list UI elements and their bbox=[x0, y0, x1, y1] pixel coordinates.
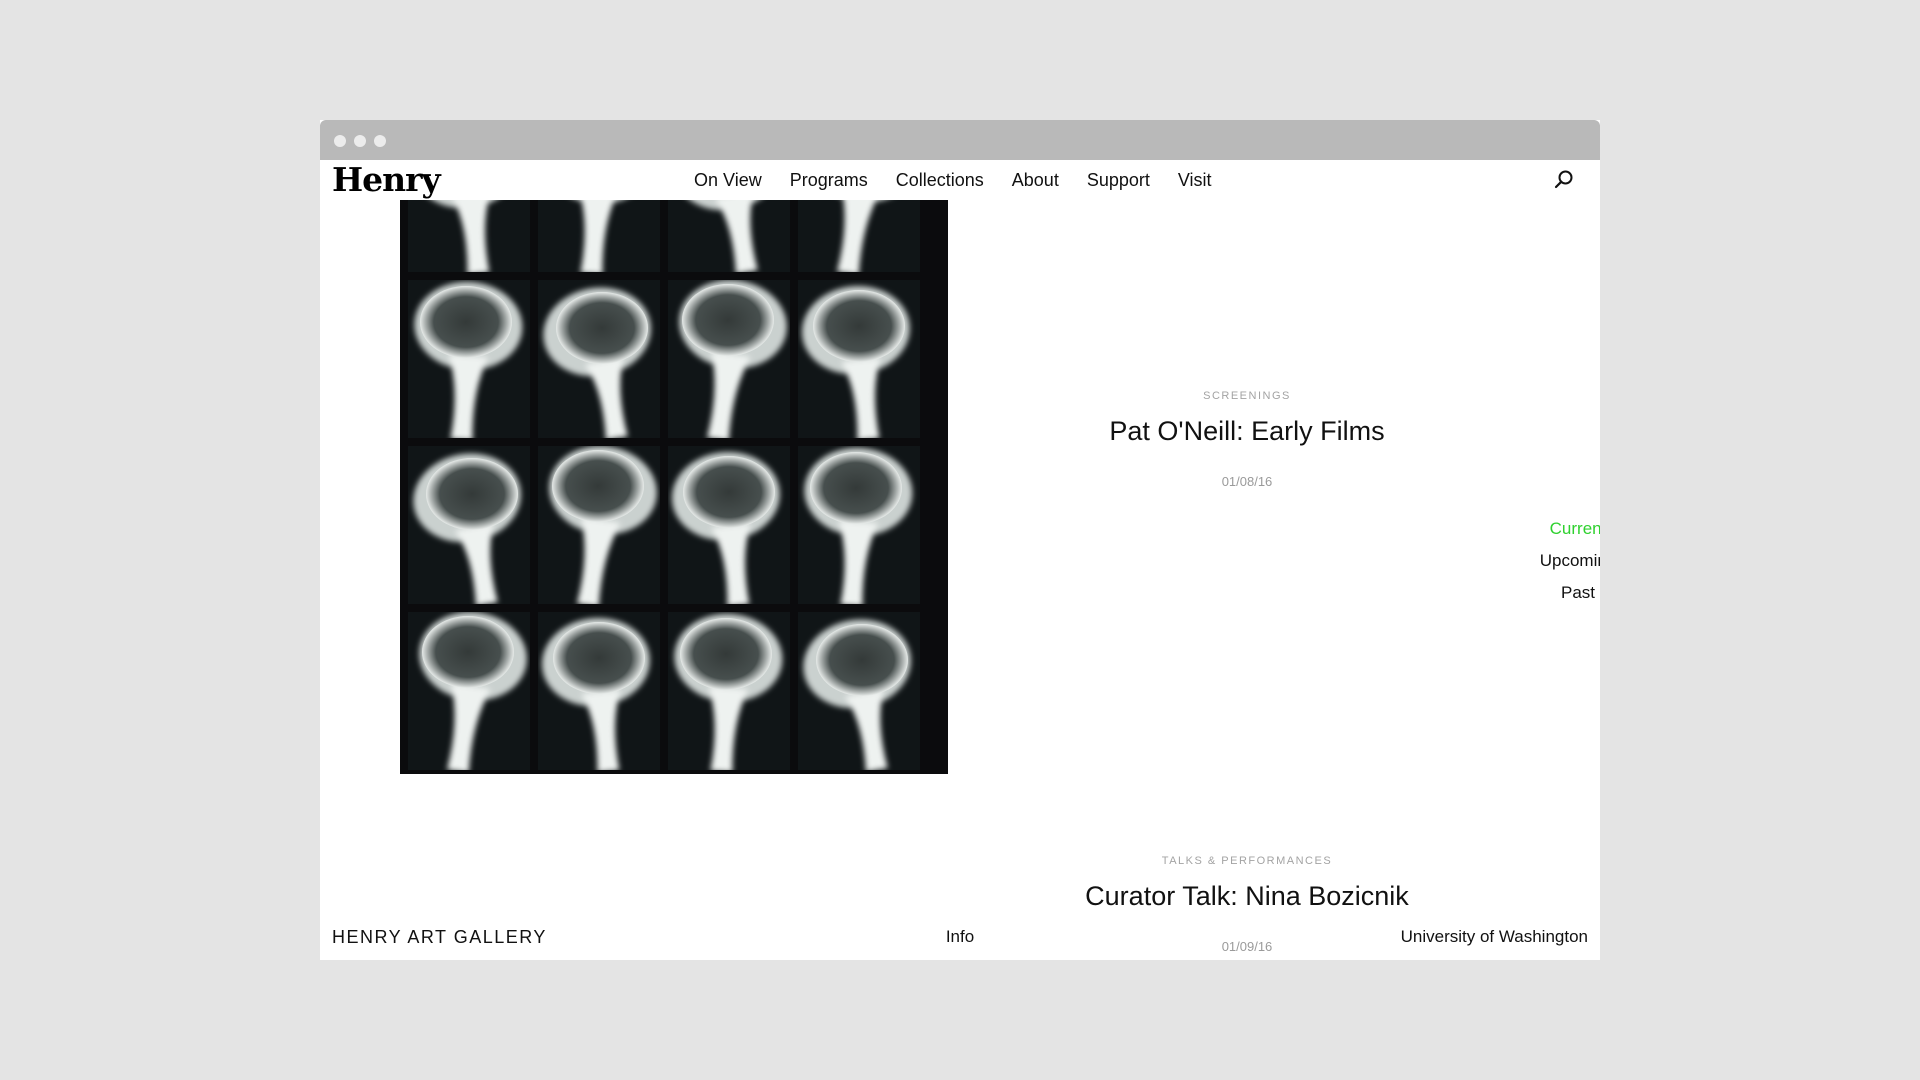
artwork-panel bbox=[668, 612, 790, 770]
artwork-panel bbox=[798, 446, 920, 604]
filter-upcoming[interactable]: Upcoming bbox=[1518, 545, 1600, 577]
window-dot-icon[interactable] bbox=[334, 135, 346, 147]
artwork-panel bbox=[668, 280, 790, 438]
artwork-panel bbox=[408, 280, 530, 438]
artwork-panel bbox=[668, 446, 790, 604]
browser-titlebar bbox=[320, 120, 1600, 160]
site-header: Henry On View Programs Collections About… bbox=[320, 160, 1600, 200]
footer-info-link[interactable]: Info bbox=[880, 927, 1040, 947]
nav-item-collections[interactable]: Collections bbox=[896, 170, 984, 191]
footer-gallery-name[interactable]: HENRY ART GALLERY bbox=[332, 927, 547, 948]
nav-item-support[interactable]: Support bbox=[1087, 170, 1150, 191]
henry-logo[interactable]: Henry bbox=[332, 162, 441, 198]
event-date: 01/08/16 bbox=[1221, 474, 1273, 489]
event-filter-nav: Current Upcoming Past bbox=[1518, 513, 1600, 609]
artwork-panel bbox=[538, 280, 660, 438]
browser-window: Henry On View Programs Collections About… bbox=[320, 120, 1600, 960]
artwork-panel bbox=[668, 200, 790, 272]
artwork-panel bbox=[798, 200, 920, 272]
event-category: SCREENINGS bbox=[1203, 390, 1291, 402]
nav-item-programs[interactable]: Programs bbox=[790, 170, 868, 191]
search-icon bbox=[1554, 170, 1573, 189]
nav-item-visit[interactable]: Visit bbox=[1178, 170, 1212, 191]
artwork-photo-grid bbox=[400, 200, 928, 774]
event-category: TALKS & PERFORMANCES bbox=[1161, 855, 1333, 867]
artwork-panel bbox=[538, 612, 660, 770]
artwork-panel bbox=[408, 200, 530, 272]
site-footer: HENRY ART GALLERY Info University of Was… bbox=[320, 927, 1600, 957]
artwork-panel bbox=[408, 612, 530, 770]
artwork-panel bbox=[798, 612, 920, 770]
filter-past[interactable]: Past bbox=[1518, 577, 1600, 609]
search-button[interactable] bbox=[1552, 168, 1576, 192]
event-title-link[interactable]: Pat O'Neill: Early Films bbox=[997, 414, 1497, 448]
filter-current[interactable]: Current bbox=[1518, 513, 1600, 545]
artwork-panel bbox=[538, 446, 660, 604]
event-card[interactable]: SCREENINGS Pat O'Neill: Early Films 01/0… bbox=[997, 388, 1497, 490]
footer-university-link[interactable]: University of Washington bbox=[1401, 927, 1588, 947]
nav-item-about[interactable]: About bbox=[1012, 170, 1059, 191]
main-nav: On View Programs Collections About Suppo… bbox=[694, 160, 1212, 200]
featured-artwork-image[interactable] bbox=[400, 200, 948, 774]
artwork-panel bbox=[408, 446, 530, 604]
window-dot-icon[interactable] bbox=[374, 135, 386, 147]
artwork-panel bbox=[538, 200, 660, 272]
artwork-panel bbox=[798, 280, 920, 438]
window-dot-icon[interactable] bbox=[354, 135, 366, 147]
event-title-link[interactable]: Curator Talk: Nina Bozicnik bbox=[997, 879, 1497, 913]
nav-item-on-view[interactable]: On View bbox=[694, 170, 762, 191]
